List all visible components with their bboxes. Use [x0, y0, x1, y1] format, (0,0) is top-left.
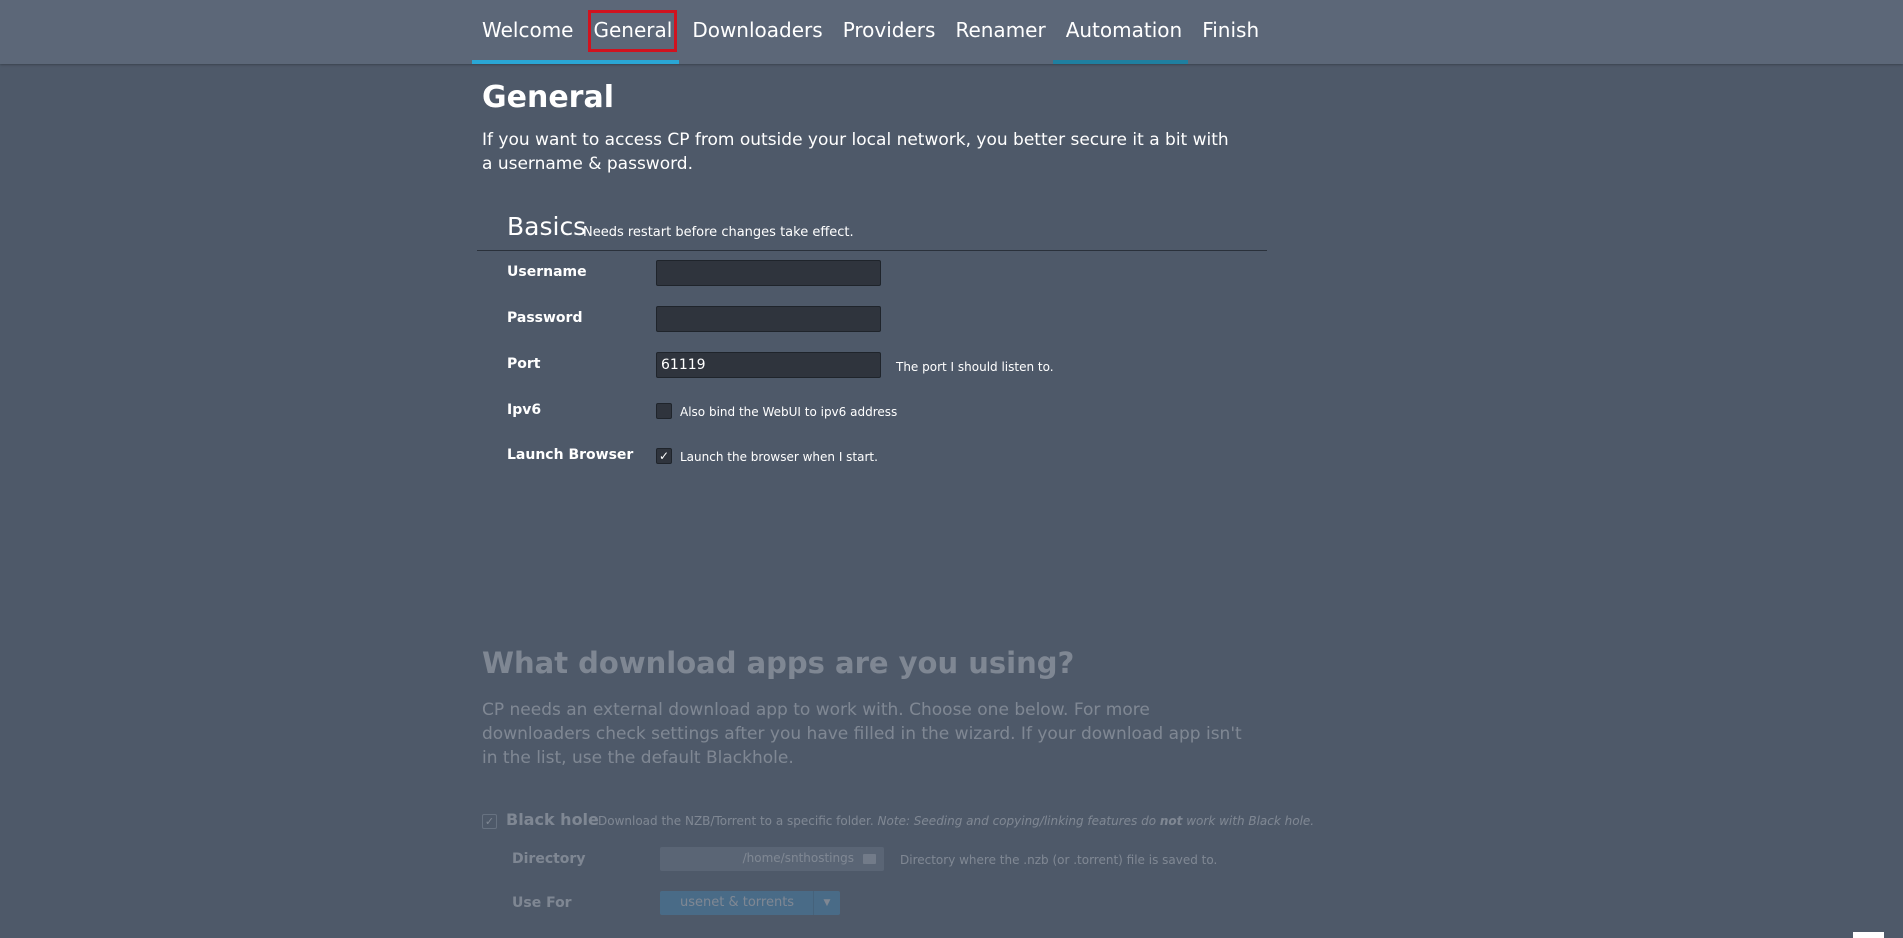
usefor-value: usenet & torrents [680, 895, 795, 910]
downloaders-title: What download apps are you using? [482, 646, 1075, 680]
downloaders-intro: CP needs an external download app to wor… [482, 700, 1242, 768]
directory-label: Directory [512, 851, 586, 867]
usefor-row: Use For usenet & torrents ▼ [512, 891, 1272, 917]
port-description: The port I should listen to. [896, 360, 1054, 374]
username-field[interactable] [656, 260, 881, 286]
tab-welcome[interactable]: Welcome [472, 0, 583, 64]
wizard-navbar: Welcome General Downloaders Providers Re… [0, 0, 1903, 64]
group-title: Basics [507, 212, 587, 241]
blackhole-description: Download the NZB/Torrent to a specific f… [598, 814, 1315, 828]
password-row: Password [507, 306, 1267, 334]
general-intro: If you want to access CP from outside yo… [482, 130, 1229, 174]
automation-progress-indicator [1053, 60, 1188, 64]
password-field[interactable] [656, 306, 881, 332]
checkmark-icon: ✓ [658, 449, 670, 463]
blackhole-label: Black hole [506, 810, 599, 829]
checkmark-icon: ✓ [484, 815, 495, 828]
page-title: General [482, 80, 614, 115]
group-hint: Needs restart before changes take effect… [583, 225, 854, 240]
launch-browser-row: Launch Browser ✓ Launch the browser when… [507, 443, 1267, 471]
wizard-tabs: Welcome General Downloaders Providers Re… [472, 0, 1269, 64]
usefor-label: Use For [512, 895, 572, 911]
username-label: Username [507, 264, 587, 280]
directory-row: Directory /home/snthostings Directory wh… [512, 847, 1272, 873]
tab-finish[interactable]: Finish [1192, 0, 1269, 64]
username-row: Username [507, 260, 1267, 288]
folder-icon[interactable] [863, 854, 876, 864]
ipv6-checkbox[interactable] [656, 403, 672, 419]
tab-downloaders[interactable]: Downloaders [682, 0, 832, 64]
port-row: Port The port I should listen to. [507, 352, 1267, 380]
tab-providers[interactable]: Providers [833, 0, 946, 64]
tab-renamer[interactable]: Renamer [945, 0, 1055, 64]
blackhole-row: ✓ Black hole Download the NZB/Torrent to… [482, 810, 1314, 834]
launch-browser-checkbox[interactable]: ✓ [656, 448, 672, 464]
port-field[interactable] [656, 352, 881, 378]
directory-value: /home/snthostings [742, 851, 854, 865]
directory-description: Directory where the .nzb (or .torrent) f… [900, 853, 1218, 867]
tab-automation[interactable]: Automation [1056, 0, 1192, 64]
ipv6-label: Ipv6 [507, 402, 542, 418]
usefor-select[interactable]: usenet & torrents ▼ [660, 891, 840, 915]
corner-widget [1853, 932, 1884, 938]
ipv6-row: Ipv6 Also bind the WebUI to ipv6 address [507, 398, 1267, 426]
launch-browser-description: Launch the browser when I start. [680, 450, 878, 464]
password-label: Password [507, 310, 583, 326]
ipv6-description: Also bind the WebUI to ipv6 address [680, 405, 898, 419]
progress-indicator [472, 60, 679, 64]
directory-field[interactable]: /home/snthostings [660, 847, 884, 871]
basics-group-header: Basics Needs restart before changes take… [477, 204, 1267, 251]
tab-general[interactable]: General [583, 0, 682, 64]
caret-down-icon[interactable]: ▼ [813, 891, 840, 915]
blackhole-checkbox[interactable]: ✓ [482, 814, 497, 829]
launch-browser-label: Launch Browser [507, 447, 634, 463]
port-label: Port [507, 356, 541, 372]
